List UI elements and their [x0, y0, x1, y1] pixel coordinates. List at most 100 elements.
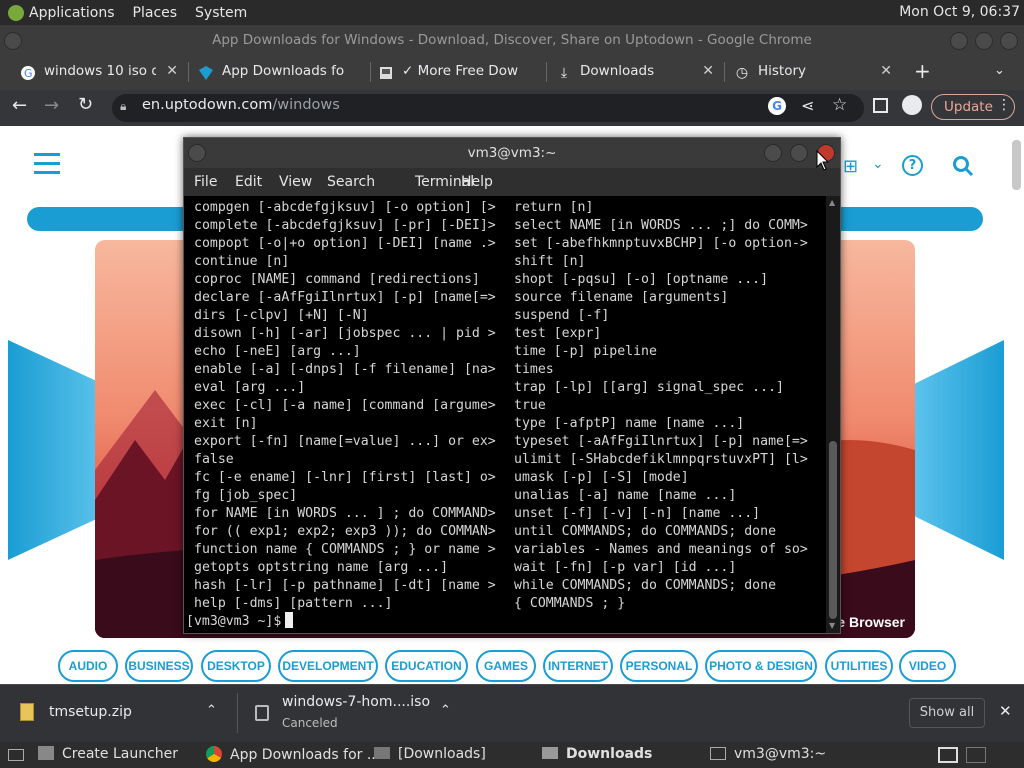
category-internet[interactable]: INTERNET — [543, 650, 613, 682]
side-panel-icon[interactable] — [873, 98, 888, 113]
tab-history[interactable]: ◷ History ✕ — [734, 59, 894, 90]
tab-more-free-downloads[interactable]: ✓ More Free Down — [378, 59, 543, 90]
window-menu-button[interactable] — [4, 32, 22, 50]
hamburger-menu-icon[interactable] — [34, 153, 60, 175]
show-desktop-icon[interactable] — [8, 749, 24, 761]
category-photo-design[interactable]: PHOTO & DESIGN — [705, 650, 817, 682]
places-menu[interactable]: Places — [128, 5, 183, 21]
close-shelf-icon[interactable]: ✕ — [999, 702, 1012, 720]
chevron-up-icon[interactable]: ⌃ — [206, 703, 217, 718]
help-line-right: unset [-f] [-v] [-n] [name ...] — [514, 506, 761, 521]
category-games[interactable]: GAMES — [476, 650, 536, 682]
minimize-button[interactable] — [950, 32, 968, 50]
page-scrollbar[interactable] — [1012, 140, 1021, 190]
help-icon[interactable]: ? — [902, 155, 923, 176]
windows-platform-icon[interactable]: ⊞ — [843, 156, 858, 177]
terminal-maximize-button[interactable] — [790, 144, 808, 162]
forward-arrow-icon[interactable]: → — [44, 95, 59, 116]
close-tab-icon[interactable]: ✕ — [702, 59, 714, 84]
tab-search-chevron-icon[interactable]: ⌄ — [994, 63, 1005, 78]
bookmark-star-icon[interactable]: ☆ — [832, 95, 847, 115]
taskbar-create-launcher[interactable]: Create Launcher — [38, 746, 178, 762]
menu-search[interactable]: Search — [327, 174, 375, 190]
google-lens-icon[interactable]: G — [768, 97, 786, 115]
zip-file-icon — [20, 703, 34, 721]
taskbar-chrome[interactable]: App Downloads for ... — [206, 746, 380, 763]
category-personal[interactable]: PERSONAL — [620, 650, 698, 682]
category-video[interactable]: VIDEO — [899, 650, 956, 682]
close-window-button[interactable] — [1000, 32, 1018, 50]
workspace-switcher-icon[interactable] — [966, 747, 986, 763]
help-line-right: time [-p] pipeline — [514, 344, 657, 359]
gnome-foot-icon[interactable] — [8, 4, 24, 21]
iso-file-icon — [255, 705, 269, 721]
mouse-pointer-icon — [816, 150, 830, 171]
terminal-scrollbar[interactable]: ▲ ▼ — [826, 196, 840, 633]
menu-edit[interactable]: Edit — [235, 174, 262, 190]
platform-chevron-icon[interactable]: ⌄ — [872, 156, 884, 172]
applications-menu[interactable]: Applications — [24, 5, 120, 21]
help-line-left: for NAME [in WORDS ... ] ; do COMMAND> — [194, 506, 496, 521]
help-line-right: test [expr] — [514, 326, 602, 341]
workspace-switcher-icon[interactable] — [938, 747, 958, 763]
category-desktop[interactable]: DESKTOP — [201, 650, 271, 682]
help-line-left: declare [-aAfFgiIlnrtux] [-p] [name[=> — [194, 290, 496, 305]
maximize-button[interactable] — [975, 32, 993, 50]
tab-downloads[interactable]: ⤓ Downloads ✕ — [556, 59, 716, 90]
help-line-right: until COMMANDS; do COMMANDS; done — [514, 524, 777, 539]
help-line-right: true — [514, 398, 546, 413]
download-filename: tmsetup.zip — [49, 704, 132, 720]
menu-help[interactable]: Help — [461, 174, 493, 190]
category-audio[interactable]: AUDIO — [58, 650, 118, 682]
back-arrow-icon[interactable]: ← — [12, 95, 27, 116]
category-development[interactable]: DEVELOPMENT — [278, 650, 378, 682]
system-menu[interactable]: System — [190, 5, 252, 21]
tab-uptodown[interactable]: App Downloads for — [198, 59, 368, 90]
help-line-left: fc [-e ename] [-lnr] [first] [last] o> — [194, 470, 496, 485]
help-line-left: echo [-neE] [arg ...] — [194, 344, 361, 359]
download-item[interactable]: windows-7-hom....iso Canceled ⌃ — [238, 685, 468, 742]
system-top-bar: Applications Places System Mon Oct 9, 06… — [0, 0, 1024, 25]
download-status: Canceled — [282, 716, 338, 730]
taskbar-terminal[interactable]: vm3@vm3:~ — [710, 746, 826, 762]
google-icon: G — [21, 66, 35, 80]
terminal-minimize-button[interactable] — [764, 144, 782, 162]
category-utilities[interactable]: UTILITIES — [825, 650, 893, 682]
terminal-output[interactable]: [vm3@vm3 ~]$ compgen [-abcdefgjksuv] [-o… — [184, 196, 826, 633]
terminal-menu-button[interactable] — [188, 144, 206, 162]
prompt-line[interactable]: [vm3@vm3 ~]$ — [186, 612, 294, 630]
menu-file[interactable]: File — [194, 174, 217, 190]
taskbar-downloads-bracket[interactable]: [Downloads] — [374, 746, 486, 762]
profile-avatar-icon[interactable] — [902, 95, 922, 115]
share-icon[interactable]: ⋖ — [801, 96, 814, 115]
scroll-up-icon[interactable]: ▲ — [829, 198, 835, 207]
help-line-left: continue [n] — [194, 254, 290, 269]
help-line-left: getopts optstring name [arg ...] — [194, 560, 449, 575]
menu-view[interactable]: View — [279, 174, 312, 190]
reload-icon[interactable]: ↻ — [78, 94, 93, 115]
more-menu-icon[interactable]: ⋮ — [997, 97, 1011, 113]
clock[interactable]: Mon Oct 9, 06:37 — [899, 4, 1020, 20]
show-all-button[interactable]: Show all — [909, 698, 985, 728]
new-tab-icon[interactable]: + — [914, 59, 931, 83]
download-item[interactable]: tmsetup.zip ⌃ — [0, 685, 236, 742]
document-icon — [380, 67, 392, 79]
help-line-right: type [-afptP] name [name ...] — [514, 416, 745, 431]
close-tab-icon[interactable]: ✕ — [166, 59, 178, 84]
terminal-title-bar[interactable]: vm3@vm3:~ — [184, 138, 840, 168]
chevron-up-icon[interactable]: ⌃ — [440, 703, 451, 718]
terminal-window[interactable]: vm3@vm3:~ File Edit View Search Terminal… — [183, 137, 841, 634]
url-text[interactable]: en.uptodown.com/windows — [142, 97, 340, 113]
lock-icon[interactable]: 🔒︎ — [120, 99, 126, 114]
category-education[interactable]: EDUCATION — [385, 650, 468, 682]
downloads-shelf: tmsetup.zip ⌃ windows-7-hom....iso Cance… — [0, 684, 1024, 742]
close-tab-icon[interactable]: ✕ — [880, 59, 892, 84]
folder-icon — [542, 747, 558, 759]
search-icon[interactable] — [951, 154, 975, 178]
scroll-down-icon[interactable]: ▼ — [829, 621, 835, 630]
category-business[interactable]: BUSINESS — [125, 650, 193, 682]
terminal-scroll-thumb[interactable] — [829, 441, 837, 619]
taskbar-downloads[interactable]: Downloads — [542, 746, 652, 762]
tab-google-search[interactable]: G windows 10 iso dow ✕ — [20, 59, 180, 90]
download-icon: ⤓ — [560, 65, 568, 81]
